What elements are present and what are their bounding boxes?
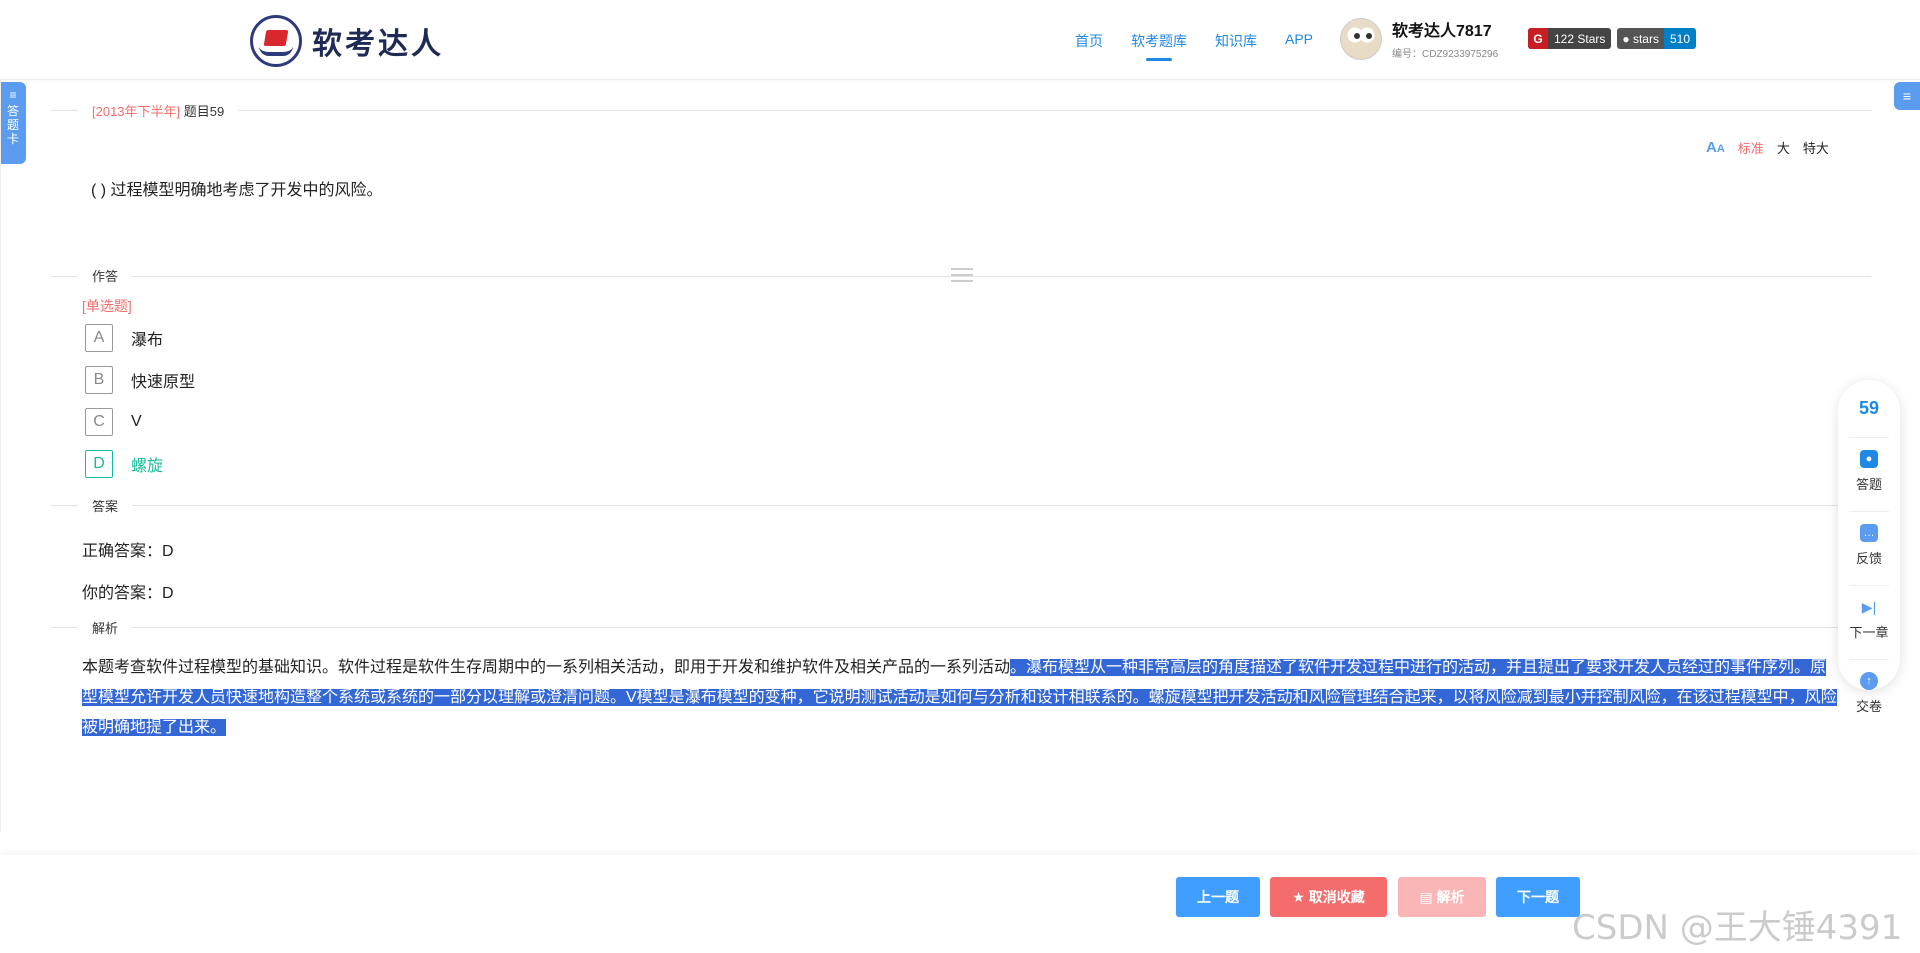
submit-button[interactable]: ↑ 交卷 (1849, 659, 1889, 715)
top-header: 软考达人 首页 软考题库 知识库 APP 软考达人7817 编号：CDZ9233… (0, 0, 1920, 80)
feedback-icon: … (1860, 524, 1878, 542)
option-a[interactable]: A 瀑布 (85, 324, 163, 352)
nav-home[interactable]: 首页 (1075, 31, 1103, 51)
question-type: [单选题] (82, 298, 132, 314)
question-number: 题目59 (183, 104, 225, 119)
repo-badges: G 122 Stars ● stars 510 (1528, 28, 1697, 49)
avatar[interactable] (1340, 17, 1382, 60)
question-text: ( ) 过程模型明确地考虑了开发中的风险。 (91, 182, 383, 199)
answer-icon: ● (1860, 450, 1878, 468)
floating-toolbar: 59 ● 答题 … 反馈 ▶| 下一章 ↑ 交卷 (1838, 380, 1900, 714)
answer-button[interactable]: ● 答题 (1849, 437, 1889, 493)
analysis-text: 本题考查软件过程模型的基础知识。软件过程是软件生存周期中的一系列相关活动，即用于… (82, 653, 1837, 743)
analysis-section-label: 解析 (78, 618, 133, 637)
site-logo[interactable]: 软考达人 (250, 15, 444, 67)
question-meta: [2013年下半年] 题目59 (78, 101, 239, 120)
watermark: CSDN @王大锤4391 (1572, 908, 1903, 948)
year-tag: [2013年下半年] (92, 104, 181, 119)
option-d[interactable]: D 螺旋 (85, 450, 163, 478)
option-text: V (131, 413, 142, 430)
user-id: 编号：CDZ9233975296 (1392, 49, 1499, 60)
correct-answer: 正确答案：D (82, 543, 174, 560)
drag-handle-icon[interactable] (951, 268, 973, 282)
prev-question-button[interactable]: 上一题 (1176, 877, 1260, 917)
unfavorite-button[interactable]: ★ 取消收藏 (1270, 877, 1387, 917)
feedback-button[interactable]: … 反馈 (1849, 511, 1889, 567)
github-stars-badge[interactable]: ● stars 510 (1617, 28, 1697, 49)
nav-question-bank[interactable]: 软考题库 (1131, 31, 1187, 61)
result-section-label: 答案 (78, 496, 133, 515)
next-chapter-button[interactable]: ▶| 下一章 (1849, 585, 1889, 641)
user-name: 软考达人7817 (1392, 23, 1492, 40)
user-profile[interactable]: 软考达人7817 编号：CDZ9233975296 (1340, 17, 1498, 60)
github-icon: ● (1622, 31, 1633, 46)
option-c[interactable]: C V (85, 408, 142, 436)
main-nav: 首页 软考题库 知识库 APP (1075, 31, 1313, 61)
font-size-switcher: AA 标准 大 特大 (1706, 138, 1829, 157)
gitee-stars-badge[interactable]: G 122 Stars (1528, 28, 1612, 49)
next-question-button[interactable]: 下一题 (1496, 877, 1580, 917)
option-letter: B (85, 366, 113, 394)
option-b[interactable]: B 快速原型 (85, 366, 195, 394)
nav-knowledge-base[interactable]: 知识库 (1215, 31, 1257, 51)
option-text: 瀑布 (131, 332, 164, 349)
question-main: [2013年下半年] 题目59 AA 标准 大 特大 ( ) 过程模型明确地考虑… (0, 80, 1920, 832)
logo-text: 软考达人 (312, 28, 444, 61)
gitee-icon: G (1528, 28, 1548, 49)
font-size-xlarge[interactable]: 特大 (1803, 138, 1829, 157)
font-size-icon: AA (1706, 139, 1725, 156)
logo-icon (250, 15, 302, 67)
font-size-large[interactable]: 大 (1777, 138, 1790, 157)
analysis-plain: 本题考查软件过程模型的基础知识。软件过程是软件生存周期中的一系列相关活动，即用于… (82, 659, 1011, 676)
option-text: 螺旋 (131, 458, 164, 475)
option-letter: C (85, 408, 113, 436)
font-size-standard[interactable]: 标准 (1738, 138, 1764, 157)
option-text: 快速原型 (131, 374, 196, 391)
option-letter: A (85, 324, 113, 352)
submit-icon: ↑ (1860, 672, 1878, 690)
your-answer: 你的答案：D (82, 585, 174, 602)
next-chapter-icon: ▶| (1861, 598, 1877, 615)
option-letter: D (85, 450, 113, 478)
analysis-button[interactable]: ▤ 解析 (1398, 877, 1486, 917)
current-question-number: 59 (1858, 398, 1880, 418)
nav-app[interactable]: APP (1285, 31, 1313, 51)
answer-section-label: 作答 (78, 266, 133, 285)
